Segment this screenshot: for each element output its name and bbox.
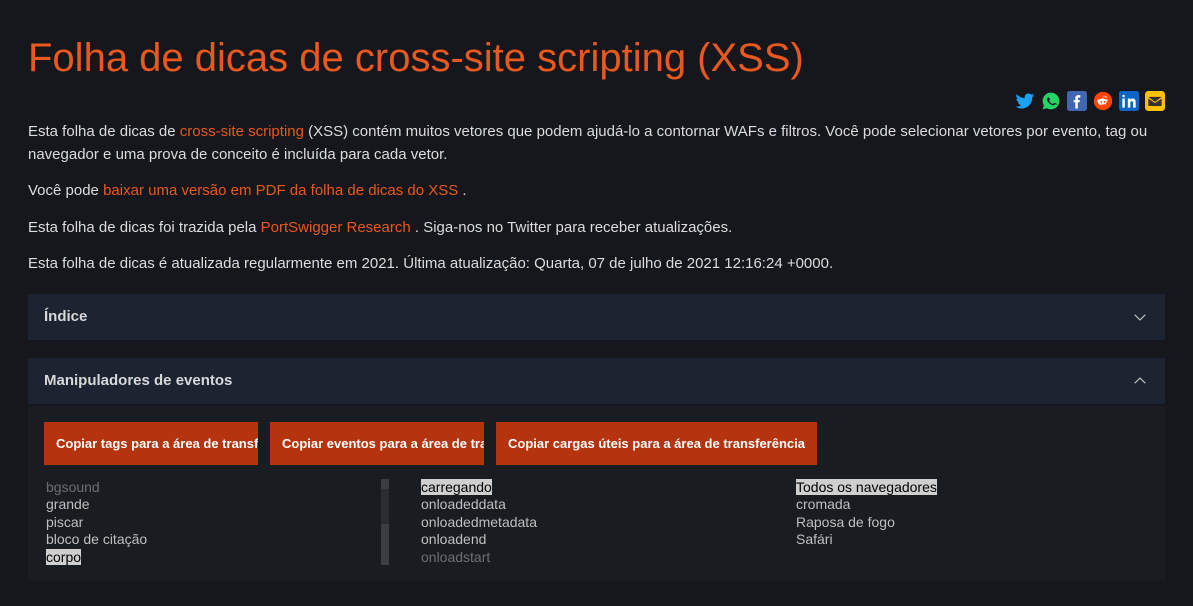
email-icon[interactable] <box>1145 91 1165 111</box>
list-item[interactable]: Raposa de fogo <box>794 514 1139 532</box>
copy-payloads-button[interactable]: Copiar cargas úteis para a área de trans… <box>496 422 817 465</box>
portswigger-link[interactable]: PortSwigger Research <box>261 219 411 236</box>
accordion-index[interactable]: Índice <box>28 294 1165 340</box>
page-title: Folha de dicas de cross-site scripting (… <box>28 0 1165 91</box>
list-item-selected[interactable]: Todos os navegadores <box>796 479 937 495</box>
events-listbox[interactable]: carregando onloadeddata onloadedmetadata… <box>419 479 764 565</box>
chevron-down-icon <box>1131 308 1149 326</box>
tags-listbox[interactable]: bgsound grande piscar bloco de citação c… <box>44 479 389 565</box>
list-item[interactable]: onloadend <box>419 531 764 549</box>
button-row: Copiar tags para a área de transferência… <box>44 422 1149 465</box>
twitter-icon[interactable] <box>1015 91 1035 111</box>
xss-link[interactable]: cross-site scripting <box>180 123 304 140</box>
list-item-selected[interactable]: corpo <box>46 549 81 565</box>
list-item[interactable]: grande <box>44 496 389 514</box>
text: Esta folha de dicas de <box>28 123 180 140</box>
chevron-up-icon <box>1131 372 1149 390</box>
whatsapp-icon[interactable] <box>1041 91 1061 111</box>
intro-p2: Você pode baixar uma versão em PDF da fo… <box>28 180 1165 203</box>
list-item[interactable]: piscar <box>44 514 389 532</box>
share-row <box>28 91 1165 121</box>
intro-p3: Esta folha de dicas foi trazida pela Por… <box>28 217 1165 240</box>
pdf-link[interactable]: baixar uma versão em PDF da folha de dic… <box>103 182 458 199</box>
text: Esta folha de dicas foi trazida pela <box>28 219 261 236</box>
reddit-icon[interactable] <box>1093 91 1113 111</box>
list-item[interactable]: bgsound <box>44 479 389 497</box>
lists-row: bgsound grande piscar bloco de citação c… <box>44 479 1149 565</box>
intro-p4: Esta folha de dicas é atualizada regular… <box>28 253 1165 276</box>
text: . <box>458 182 466 199</box>
list-item[interactable]: onloadeddata <box>419 496 764 514</box>
list-item[interactable]: onloadstart <box>419 549 764 565</box>
list-item[interactable]: cromada <box>794 496 1139 514</box>
list-item[interactable]: onloadedmetadata <box>419 514 764 532</box>
copy-tags-button[interactable]: Copiar tags para a área de transferência <box>44 422 258 465</box>
browsers-listbox[interactable]: Todos os navegadores cromada Raposa de f… <box>794 479 1139 565</box>
copy-events-button[interactable]: Copiar eventos para a área de transferên… <box>270 422 484 465</box>
text: . Siga-nos no Twitter para receber atual… <box>411 219 733 236</box>
list-item[interactable]: bloco de citação <box>44 531 389 549</box>
linkedin-icon[interactable] <box>1119 91 1139 111</box>
accordion-event-handlers[interactable]: Manipuladores de eventos <box>28 358 1165 404</box>
scrollbar[interactable] <box>381 479 389 565</box>
accordion-event-handlers-title: Manipuladores de eventos <box>44 372 232 389</box>
intro-p1: Esta folha de dicas de cross-site script… <box>28 121 1165 166</box>
facebook-icon[interactable] <box>1067 91 1087 111</box>
text: Você pode <box>28 182 103 199</box>
event-handlers-panel: Copiar tags para a área de transferência… <box>28 406 1165 581</box>
accordion-index-title: Índice <box>44 308 87 325</box>
list-item-selected[interactable]: carregando <box>421 479 492 495</box>
list-item[interactable]: Safári <box>794 531 1139 549</box>
